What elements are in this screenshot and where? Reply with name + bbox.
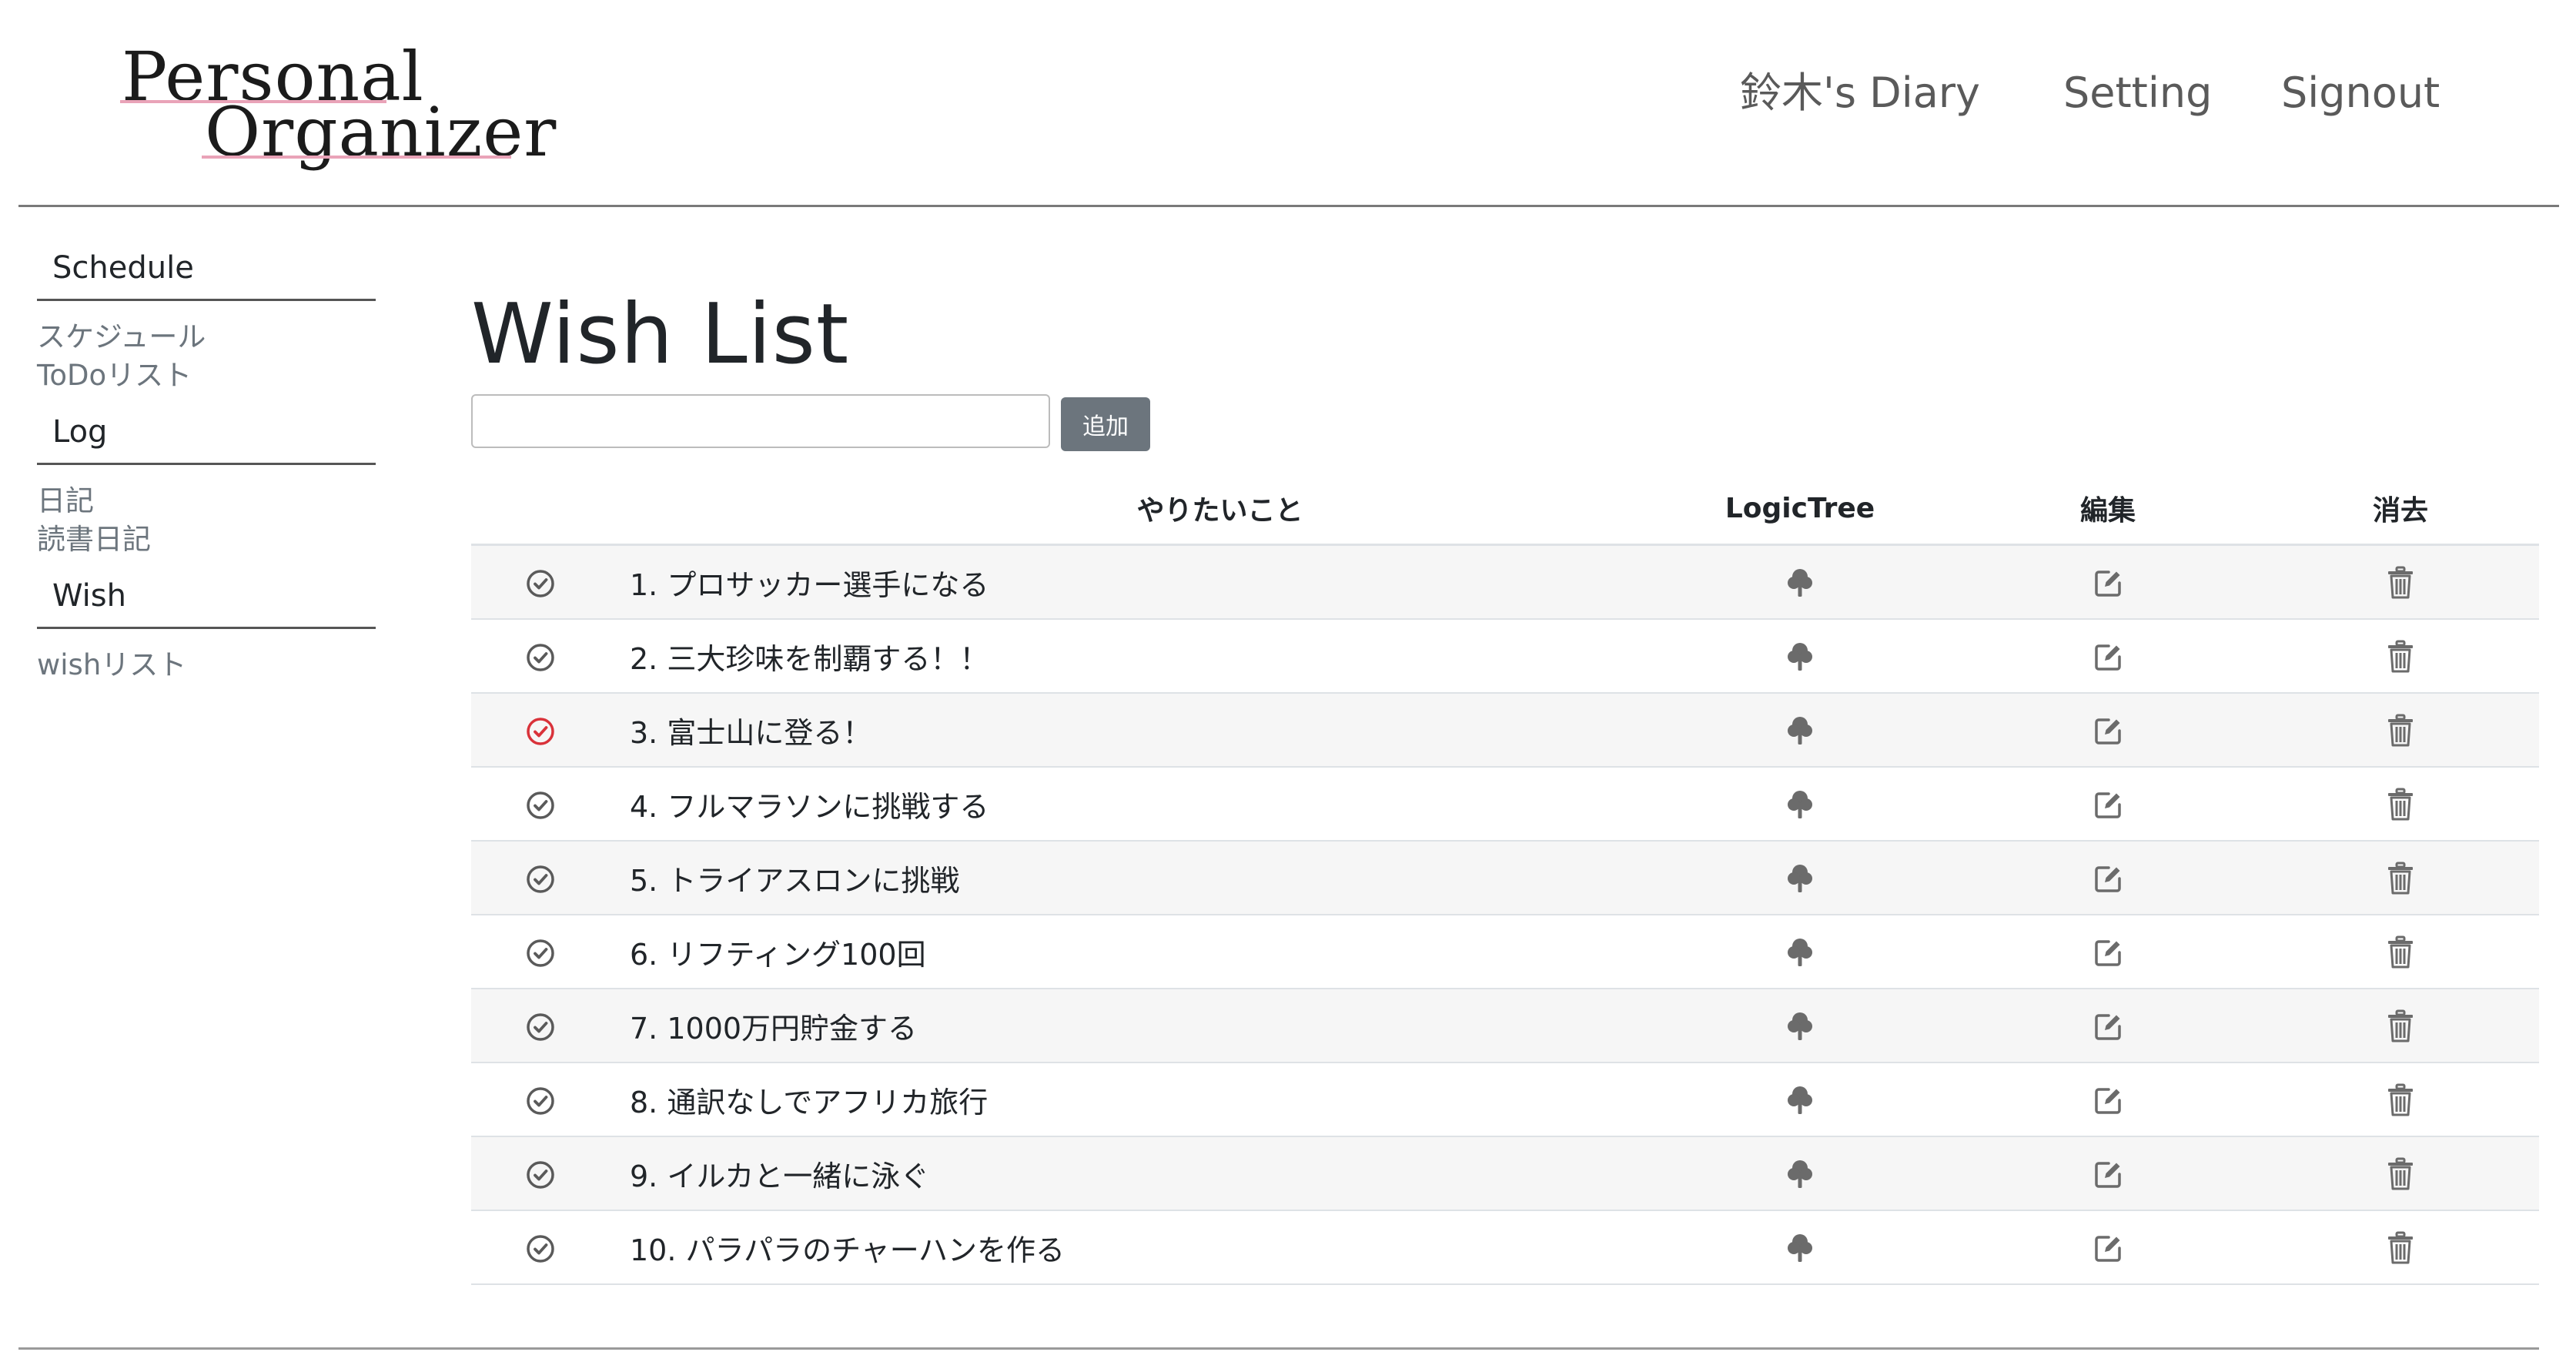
trash-icon[interactable] <box>2387 640 2414 674</box>
table-row: 5. トライアスロンに挑戦 <box>471 841 2539 915</box>
trash-icon[interactable] <box>2387 862 2414 895</box>
tree-icon[interactable] <box>1785 788 1815 822</box>
page-title: Wish List <box>471 286 850 383</box>
wish-item-text: 10. パラパラのチャーハンを作る <box>610 1210 1646 1285</box>
wish-table: やりたいこと LogicTree 編集 消去 1. プロサッカー選手になる 2.… <box>471 473 2539 1285</box>
sidebar-link-schedule[interactable]: スケジュール <box>37 318 376 356</box>
table-row: 9. イルカと一緒に泳ぐ <box>471 1136 2539 1211</box>
wish-input[interactable] <box>471 394 1050 448</box>
check-circle-icon[interactable] <box>525 1160 556 1190</box>
edit-icon[interactable] <box>2092 1011 2124 1043</box>
trash-icon[interactable] <box>2387 1083 2414 1117</box>
wish-item-text: 4. フルマラソンに挑戦する <box>610 767 1646 842</box>
sidebar-link-reading-diary[interactable]: 読書日記 <box>37 520 376 559</box>
table-row: 6. リフティング100回 <box>471 915 2539 989</box>
table-row: 4. フルマラソンに挑戦する <box>471 767 2539 842</box>
table-row: 3. 富士山に登る！ <box>471 693 2539 768</box>
column-header-logictree: LogicTree <box>1646 473 1954 546</box>
tree-icon[interactable] <box>1785 1157 1815 1191</box>
trash-icon[interactable] <box>2387 1009 2414 1043</box>
edit-icon[interactable] <box>2092 641 2124 674</box>
wish-table-body: 1. プロサッカー選手になる 2. 三大珍味を制覇する！！ 3. 富士山に登る！… <box>471 544 2539 1285</box>
table-row: 8. 通訳なしでアフリカ旅行 <box>471 1062 2539 1137</box>
sidebar-section-wish: Wish <box>52 578 126 614</box>
column-header-check <box>471 473 610 546</box>
check-circle-icon[interactable] <box>525 568 556 599</box>
trash-icon[interactable] <box>2387 566 2414 600</box>
check-circle-icon[interactable] <box>525 864 556 895</box>
check-circle-icon[interactable] <box>525 1233 556 1264</box>
edit-icon[interactable] <box>2092 567 2124 600</box>
sidebar-link-todo[interactable]: ToDoリスト <box>37 356 376 395</box>
sidebar-divider <box>37 463 376 465</box>
main-content: Wish List 追加 やりたいこと LogicTree 編集 消去 1. プ… <box>471 285 2539 1285</box>
check-circle-icon[interactable] <box>525 790 556 821</box>
trash-icon[interactable] <box>2387 714 2414 748</box>
column-header-edit: 編集 <box>1954 473 2262 546</box>
header-divider <box>18 205 2559 207</box>
add-button[interactable]: 追加 <box>1061 397 1150 451</box>
sidebar-divider <box>37 627 376 629</box>
wish-item-text: 3. 富士山に登る！ <box>610 693 1646 768</box>
table-header-row: やりたいこと LogicTree 編集 消去 <box>471 473 2539 546</box>
table-row: 1. プロサッカー選手になる <box>471 544 2539 620</box>
wish-item-text: 2. 三大珍味を制覇する！！ <box>610 619 1646 694</box>
tree-icon[interactable] <box>1785 1231 1815 1265</box>
edit-icon[interactable] <box>2092 937 2124 969</box>
edit-icon[interactable] <box>2092 1233 2124 1265</box>
sidebar-divider <box>37 299 376 301</box>
logo-underline-2 <box>202 156 511 159</box>
tree-icon[interactable] <box>1785 640 1815 674</box>
footer-divider <box>18 1347 2539 1350</box>
trash-icon[interactable] <box>2387 788 2414 822</box>
tree-icon[interactable] <box>1785 862 1815 895</box>
edit-icon[interactable] <box>2092 789 2124 822</box>
edit-icon[interactable] <box>2092 1085 2124 1117</box>
trash-icon[interactable] <box>2387 1231 2414 1265</box>
wish-item-text: 5. トライアスロンに挑戦 <box>610 841 1646 915</box>
wish-item-text: 7. 1000万円貯金する <box>610 989 1646 1063</box>
table-row: 10. パラパラのチャーハンを作る <box>471 1210 2539 1285</box>
edit-icon[interactable] <box>2092 1159 2124 1191</box>
trash-icon[interactable] <box>2387 935 2414 969</box>
trash-icon[interactable] <box>2387 1157 2414 1191</box>
check-circle-icon[interactable] <box>525 1012 556 1042</box>
check-circle-icon[interactable] <box>525 716 556 747</box>
tree-icon[interactable] <box>1785 566 1815 600</box>
nav-setting-link[interactable]: Setting <box>2063 66 2212 120</box>
sidebar-link-wishlist[interactable]: wishリスト <box>37 646 376 684</box>
table-row: 7. 1000万円貯金する <box>471 989 2539 1063</box>
column-header-todo: やりたいこと <box>610 473 1646 546</box>
wish-item-text: 9. イルカと一緒に泳ぐ <box>610 1136 1646 1211</box>
tree-icon[interactable] <box>1785 1083 1815 1117</box>
top-nav: 鈴木's Diary Setting Signout <box>0 66 2576 120</box>
wish-item-text: 1. プロサッカー選手になる <box>610 544 1646 620</box>
column-header-delete: 消去 <box>2262 473 2539 546</box>
edit-icon[interactable] <box>2092 863 2124 895</box>
check-circle-icon[interactable] <box>525 938 556 969</box>
nav-diary-link[interactable]: 鈴木's Diary <box>1740 66 1980 120</box>
check-circle-icon[interactable] <box>525 1086 556 1116</box>
tree-icon[interactable] <box>1785 1009 1815 1043</box>
sidebar-section-log: Log <box>52 414 108 450</box>
tree-icon[interactable] <box>1785 935 1815 969</box>
sidebar-section-schedule: Schedule <box>52 250 194 286</box>
sidebar-link-diary[interactable]: 日記 <box>37 482 376 520</box>
wish-item-text: 8. 通訳なしでアフリカ旅行 <box>610 1062 1646 1137</box>
check-circle-icon[interactable] <box>525 642 556 673</box>
table-row: 2. 三大珍味を制覇する！！ <box>471 619 2539 694</box>
tree-icon[interactable] <box>1785 714 1815 748</box>
wish-item-text: 6. リフティング100回 <box>610 915 1646 989</box>
sidebar: Schedule スケジュール ToDoリスト Log 日記 読書日記 Wish… <box>37 231 376 684</box>
edit-icon[interactable] <box>2092 715 2124 748</box>
nav-signout-link[interactable]: Signout <box>2281 66 2440 120</box>
